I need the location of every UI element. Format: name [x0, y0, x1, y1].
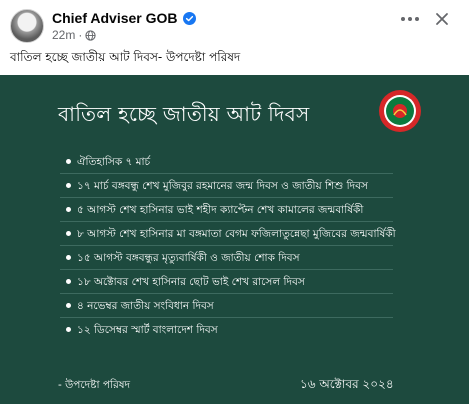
bullet-icon — [66, 326, 71, 332]
list-item-text: ঐতিহাসিক ৭ মার্চ — [77, 156, 151, 168]
list-item: ৮ আগস্ট শেখ হাসিনার মা বঙ্গমাতা বেগম ফজি… — [66, 227, 396, 244]
list-item-text: ১৮ অক্টোবর শেখ হাসিনার ছোট ভাই শেখ রাসেল… — [77, 276, 305, 288]
list-item: ১২ ডিসেম্বর স্মার্ট বাংলাদেশ দিবস — [66, 323, 218, 340]
more-options-icon[interactable] — [398, 12, 422, 26]
bullet-icon — [66, 278, 71, 284]
post-timestamp[interactable]: 22m — [52, 28, 75, 42]
card-date: ১৬ অক্টোবর ২০২৪ — [300, 377, 394, 391]
meta-separator: · — [78, 28, 83, 42]
bullet-icon — [66, 206, 71, 212]
bullet-icon — [66, 302, 71, 308]
divider — [60, 269, 393, 270]
avatar[interactable] — [10, 9, 44, 43]
announcement-card[interactable]: বাতিল হচ্ছে জাতীয় আট দিবস ঐতিহাসিক ৭ মা… — [0, 75, 469, 404]
list-item: ১৫ আগস্ট বঙ্গবন্ধুর মৃত্যুবার্ষিকী ও জাত… — [66, 251, 300, 268]
list-item-text: ৪ নভেম্বর জাতীয় সংবিধান দিবস — [77, 300, 214, 312]
government-emblem-icon — [379, 90, 421, 132]
divider — [60, 245, 393, 246]
list-item-text: ১২ ডিসেম্বর স্মার্ট বাংলাদেশ দিবস — [77, 324, 218, 336]
list-item-text: ৫ আগস্ট শেখ হাসিনার ভাই শহীদ ক্যাপ্টেন শ… — [77, 204, 364, 216]
list-item-text: ১৭ মার্চ বঙ্গবন্ধু শেখ মুজিবুর রহমানের জ… — [77, 180, 368, 192]
list-item: ১৮ অক্টোবর শেখ হাসিনার ছোট ভাই শেখ রাসেল… — [66, 275, 305, 292]
author-name[interactable]: Chief Adviser GOB — [52, 10, 178, 26]
divider — [60, 221, 393, 222]
list-item: ৪ নভেম্বর জাতীয় সংবিধান দিবস — [66, 299, 214, 316]
bullet-icon — [66, 158, 71, 164]
list-item: ১৭ মার্চ বঙ্গবন্ধু শেখ মুজিবুর রহমানের জ… — [66, 179, 368, 196]
card-title: বাতিল হচ্ছে জাতীয় আট দিবস — [58, 102, 310, 126]
list-item-text: ৮ আগস্ট শেখ হাসিনার মা বঙ্গমাতা বেগম ফজি… — [77, 228, 396, 240]
list-item: ঐতিহাসিক ৭ মার্চ — [66, 155, 150, 172]
bullet-icon — [66, 182, 71, 188]
divider — [60, 173, 393, 174]
bullet-icon — [66, 230, 71, 236]
card-signature: - উপদেষ্টা পরিষদ — [58, 379, 131, 391]
author-row: Chief Adviser GOB — [52, 9, 196, 27]
globe-icon[interactable] — [85, 29, 96, 41]
post-header: Chief Adviser GOB 22m · — [0, 0, 469, 44]
bullet-icon — [66, 254, 71, 260]
post-text: বাতিল হচ্ছে জাতীয় আট দিবস- উপদেষ্টা পরি… — [10, 50, 241, 64]
list-item: ৫ আগস্ট শেখ হাসিনার ভাই শহীদ ক্যাপ্টেন শ… — [66, 203, 363, 220]
divider — [60, 197, 393, 198]
divider — [60, 317, 393, 318]
verified-badge-icon — [182, 11, 196, 25]
list-item-text: ১৫ আগস্ট বঙ্গবন্ধুর মৃত্যুবার্ষিকী ও জাত… — [77, 252, 300, 264]
close-icon[interactable] — [434, 11, 450, 27]
post-meta: 22m · — [52, 28, 96, 42]
divider — [60, 293, 393, 294]
